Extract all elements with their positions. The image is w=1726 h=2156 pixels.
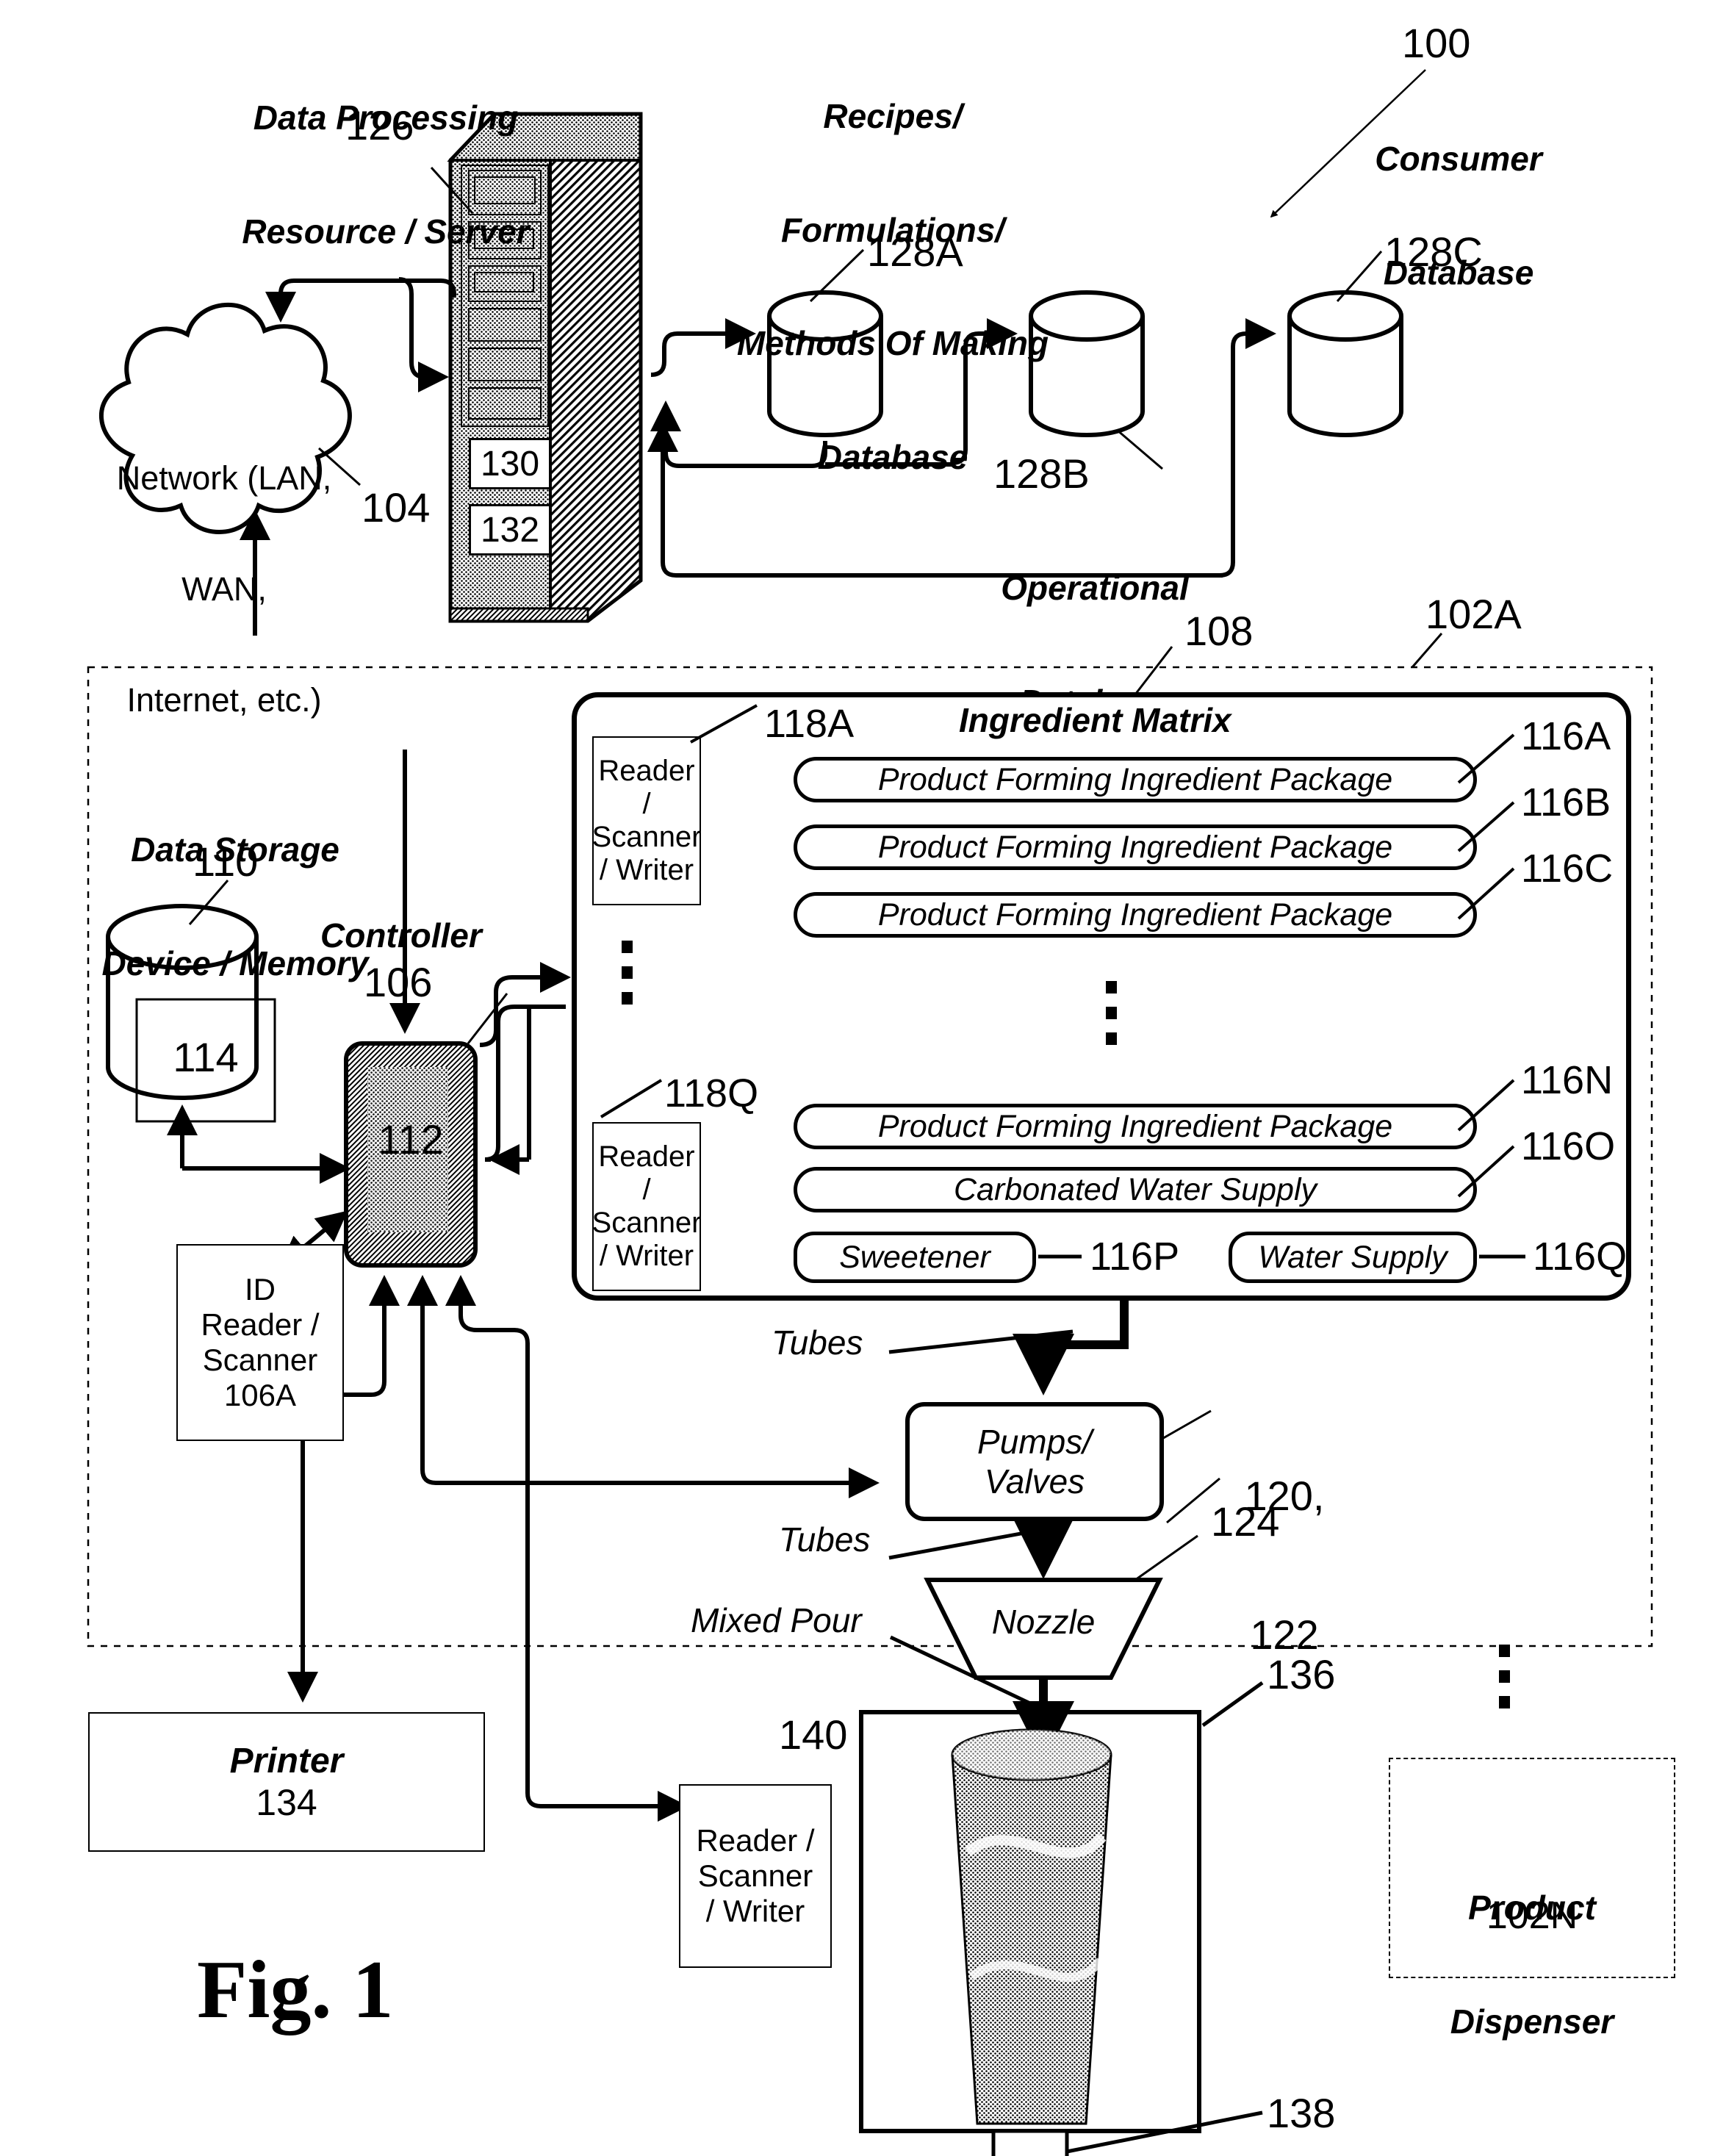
cup-reader-line2: Scanner bbox=[697, 1858, 813, 1893]
cup-reader-scanner-writer-140[interactable]: Reader / Scanner / Writer bbox=[679, 1784, 832, 1968]
cup-reader-line3: / Writer bbox=[705, 1894, 805, 1928]
cup-reader-line1: Reader / bbox=[696, 1823, 815, 1858]
product-dispenser-102N-title: Product Dispenser bbox=[1450, 1889, 1614, 2041]
nozzle-label: Nozzle bbox=[991, 1603, 1096, 1641]
ellipsis-center bbox=[1106, 981, 1117, 1045]
cup-reader-ref-140: 140 bbox=[779, 1711, 848, 1758]
printer-box[interactable]: Printer 134 bbox=[88, 1712, 485, 1852]
mixed-pour-label: Mixed Pour bbox=[691, 1601, 862, 1639]
valves-label: Valves bbox=[984, 1462, 1085, 1501]
ellipsis-dispensers bbox=[1499, 1645, 1510, 1708]
tubes-lower-label: Tubes bbox=[779, 1520, 871, 1559]
printer-label: Printer bbox=[229, 1741, 344, 1781]
cup-ref-136: 136 bbox=[1267, 1651, 1336, 1697]
base-ref-138: 138 bbox=[1267, 2090, 1336, 2136]
printer-ref: 134 bbox=[256, 1781, 317, 1823]
pumps-label: Pumps/ bbox=[977, 1423, 1092, 1461]
product-dispenser-102N-ref: 102N bbox=[1486, 1894, 1578, 1937]
tubes-upper-label: Tubes bbox=[772, 1323, 863, 1362]
pumps-valves-box[interactable]: Pumps/ Valves bbox=[905, 1402, 1164, 1521]
figure-caption: Fig. 1 bbox=[197, 1944, 394, 2035]
ellipsis-left bbox=[622, 941, 633, 1005]
patent-figure-1: Data Processing Resource / Server 126 13… bbox=[0, 0, 1726, 2156]
nozzle-ref: 124 bbox=[1211, 1498, 1280, 1545]
